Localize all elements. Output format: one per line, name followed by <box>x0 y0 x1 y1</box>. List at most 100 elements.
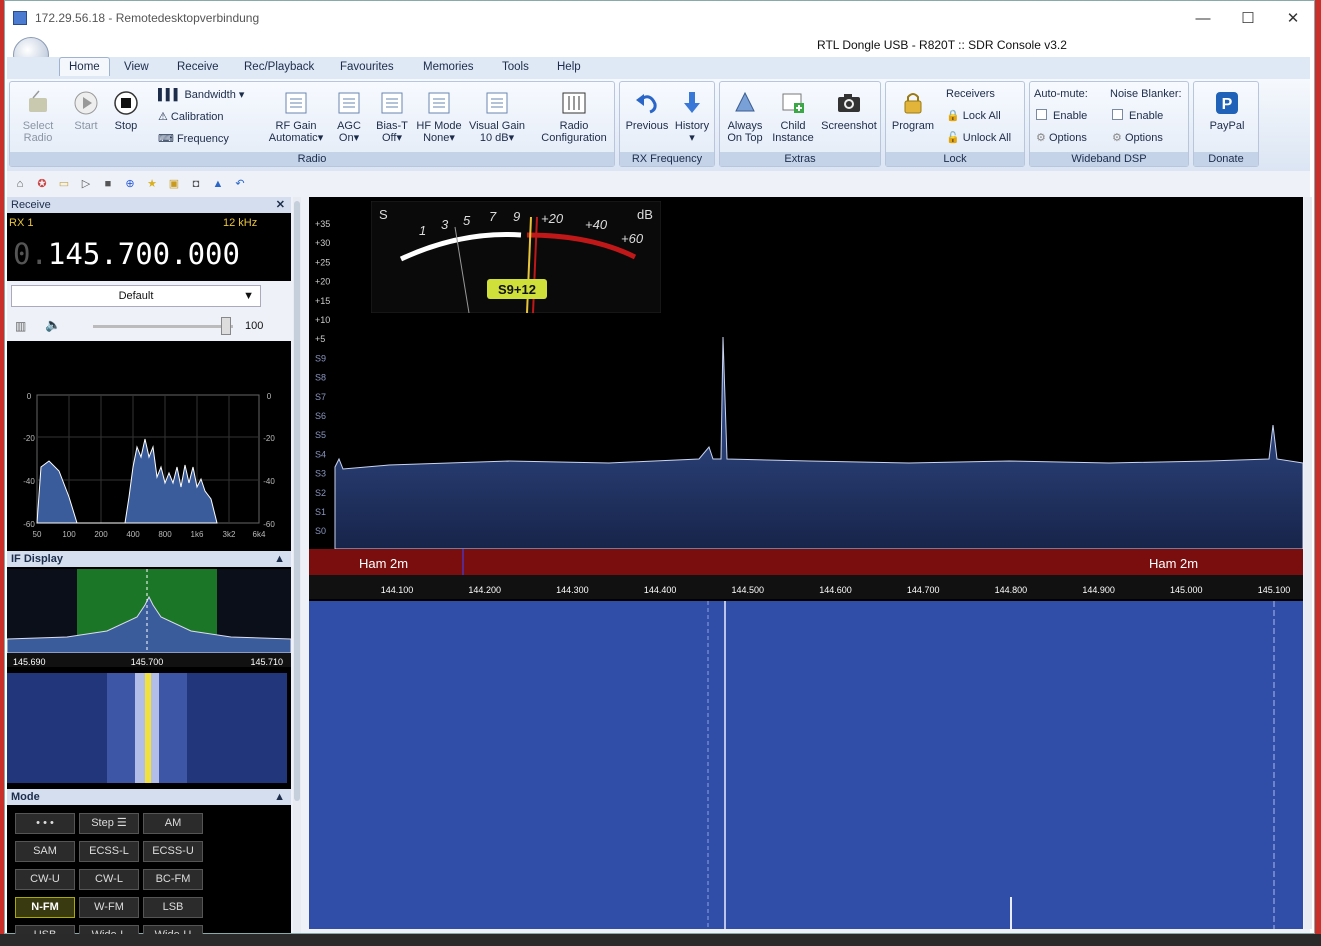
mode-button-n-fm[interactable]: N-FM <box>15 897 75 918</box>
select-radio-label: Select Radio <box>22 120 54 144</box>
ribbon-tabs: Home View Receive Rec/Playback Favourite… <box>7 57 1310 79</box>
receive-panel-title: Receive <box>11 199 51 211</box>
tab-tools[interactable]: Tools <box>502 61 529 73</box>
x-tick: 400 <box>126 530 140 539</box>
main-scrollbar[interactable] <box>1304 197 1312 929</box>
folder-icon[interactable]: ▭ <box>57 177 71 191</box>
speaker-icon[interactable]: 🔈 <box>45 317 61 333</box>
frequency-value: 145.700.000 <box>47 237 240 271</box>
tab-home[interactable]: Home <box>59 57 110 76</box>
x-tick: 200 <box>94 530 108 539</box>
mode-button-lsb[interactable]: LSB <box>143 897 203 918</box>
waterfall-noise <box>309 601 1303 929</box>
bandwidth-button[interactable]: ▌▌▌ Bandwidth ▾ <box>158 88 244 101</box>
history-button[interactable]: History ▾ <box>672 90 712 144</box>
star-icon[interactable]: ★ <box>145 177 159 191</box>
program-button[interactable]: Program <box>888 90 938 132</box>
band-label-right[interactable]: Ham 2m <box>1149 556 1198 571</box>
tab-view[interactable]: View <box>124 61 149 73</box>
level-tick: +5 <box>315 334 325 344</box>
rf-gain-label: RF Gain <box>275 120 317 132</box>
mode-button-more[interactable]: • • • <box>15 813 75 834</box>
pyramid-icon[interactable]: ▲ <box>211 177 225 191</box>
mode-button-cw-l[interactable]: CW-L <box>79 869 139 890</box>
stop-icon[interactable]: ■ <box>101 177 115 191</box>
add-icon[interactable]: ⊕ <box>123 177 137 191</box>
group-rx-frequency-label: RX Frequency <box>620 152 714 166</box>
close-panel-icon[interactable]: ✕ <box>276 197 285 213</box>
auto-mute-options-button[interactable]: ⚙ Options <box>1036 131 1087 144</box>
mode-button-am[interactable]: AM <box>143 813 203 834</box>
mode-button-ecss-l[interactable]: ECSS-L <box>79 841 139 862</box>
tab-favourites[interactable]: Favourites <box>340 61 394 73</box>
previous-button[interactable]: Previous <box>624 90 670 132</box>
level-tick: S9 <box>315 353 326 363</box>
rf-gain-button[interactable]: RF Gain Automatic▾ <box>268 90 324 144</box>
always-on-top-button[interactable]: Always On Top <box>722 90 768 144</box>
equalizer-icon[interactable]: ▥ <box>15 319 26 333</box>
lock-icon[interactable]: ▣ <box>167 177 181 191</box>
tab-receive[interactable]: Receive <box>177 61 219 73</box>
x-tick: 3k2 <box>223 530 236 539</box>
undo-icon[interactable]: ↶ <box>233 177 247 191</box>
mode-button-sam[interactable]: SAM <box>15 841 75 862</box>
auto-mute-options-label: Options <box>1048 132 1087 144</box>
mode-button-bc-fm[interactable]: BC-FM <box>143 869 203 890</box>
collapse-icon[interactable]: ▲ <box>274 789 285 805</box>
frequency-axis[interactable] <box>309 575 1303 599</box>
frequency-button[interactable]: ⌨ Frequency <box>158 132 229 145</box>
mode-button-cw-u[interactable]: CW-U <box>15 869 75 890</box>
paypal-button[interactable]: P PayPal <box>1200 90 1254 132</box>
stop-icon <box>114 91 138 115</box>
visual-gain-button[interactable]: Visual Gain 10 dB▾ <box>466 90 528 144</box>
noise-blanker-enable-checkbox[interactable]: Enable <box>1112 109 1163 122</box>
padlock-icon <box>904 93 922 114</box>
level-tick: +20 <box>315 277 330 287</box>
child-instance-button[interactable]: Child Instance <box>770 90 816 144</box>
left-panel-scrollbar[interactable] <box>293 197 301 933</box>
camera-icon[interactable]: ◘ <box>189 177 203 191</box>
level-tick: +25 <box>315 257 330 267</box>
maximize-icon[interactable]: ☐ <box>1228 7 1268 31</box>
level-tick: S2 <box>315 488 326 498</box>
mode-button-ecss-u[interactable]: ECSS-U <box>143 841 203 862</box>
select-radio-button[interactable]: Select Radio <box>14 90 62 144</box>
home-icon[interactable]: ⌂ <box>13 177 27 191</box>
hf-mode-button[interactable]: HF Mode None▾ <box>414 90 464 144</box>
frequency-tick: 144.900 <box>1082 585 1115 595</box>
tab-help[interactable]: Help <box>557 61 581 73</box>
level-tick: S4 <box>315 449 326 459</box>
frequency-tick: 145.000 <box>1170 585 1203 595</box>
mode-button-step[interactable]: Step ☰ <box>79 813 139 834</box>
lifebuoy-icon[interactable]: ✪ <box>35 177 49 191</box>
filter-select[interactable]: Default ▼ <box>11 285 261 307</box>
play-icon[interactable]: ▷ <box>79 177 93 191</box>
band-label-left[interactable]: Ham 2m <box>359 556 408 571</box>
tab-memories[interactable]: Memories <box>423 61 473 73</box>
collapse-icon[interactable]: ▲ <box>274 551 285 567</box>
mode-button-w-fm[interactable]: W-FM <box>79 897 139 918</box>
bias-t-button[interactable]: Bias-T Off▾ <box>372 90 412 144</box>
lock-all-button[interactable]: 🔒 Lock All <box>946 109 1001 122</box>
agc-button[interactable]: AGC On▾ <box>332 90 366 144</box>
radio-configuration-button[interactable]: Radio Configuration <box>536 90 612 144</box>
s-meter-s-label: S <box>379 207 388 222</box>
calibration-button[interactable]: ⚠ Calibration <box>158 110 224 123</box>
tab-rec-playback[interactable]: Rec/Playback <box>244 61 314 73</box>
settings-list-icon <box>338 92 360 114</box>
auto-mute-enable-checkbox[interactable]: Enable <box>1036 109 1087 122</box>
volume-slider-track[interactable] <box>93 325 233 328</box>
level-tick: +35 <box>315 219 330 229</box>
minimize-icon[interactable]: — <box>1183 7 1223 31</box>
main-spectrum-panel: +35 +30 +25 +20 +15 +10 +5 S9 S8 S7 S6 S5 S4 S3 S2 S1 S0… <box>309 197 1304 929</box>
volume-slider-thumb[interactable] <box>221 317 231 335</box>
stop-label: Stop <box>114 120 138 132</box>
noise-blanker-options-button[interactable]: ⚙ Options <box>1112 131 1163 144</box>
start-button[interactable]: Start <box>68 90 104 132</box>
level-tick: S8 <box>315 373 326 383</box>
screenshot-button[interactable]: Screenshot <box>818 90 880 132</box>
close-icon[interactable]: ✕ <box>1273 7 1313 31</box>
frequency-display[interactable]: 0.145.700.000 <box>13 237 240 271</box>
unlock-all-button[interactable]: 🔓 Unlock All <box>946 131 1011 144</box>
stop-button[interactable]: Stop <box>108 90 144 132</box>
